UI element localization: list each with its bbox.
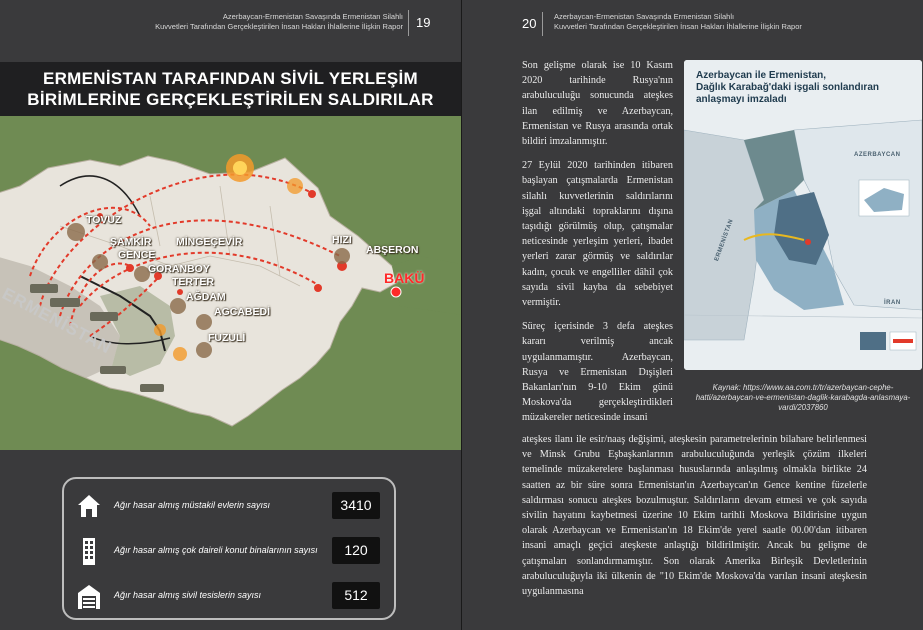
stat-row-houses: Ağır hasar almış müstakil evlerin sayısı… xyxy=(64,489,394,523)
header-line-1: Azerbaycan-Ermenistan Savaşında Ermenist… xyxy=(554,12,735,21)
left-page: Azerbaycan-Ermenistan Savaşında Ermenist… xyxy=(0,0,461,630)
apartment-icon xyxy=(83,538,95,565)
paragraph-1: Son gelişme olarak ise 10 Kasım 2020 tar… xyxy=(522,60,673,148)
paragraph-2: 27 Eylül 2020 tarihinden itibaren başlay… xyxy=(522,160,673,309)
right-page: 20 Azerbaycan-Ermenistan Savaşında Ermen… xyxy=(462,0,923,630)
body-column-wide: ateşkes ilanı ile esir/naaş değişimi, at… xyxy=(522,432,867,599)
page-number-left: 19 xyxy=(408,10,436,36)
paragraph-3: Süreç içerisinde 3 defa ateşkes kararı v… xyxy=(522,321,673,424)
place-agdam: AĞDAM xyxy=(186,291,226,303)
header-line-1: Azerbaycan-Ermenistan Savaşında Ermenist… xyxy=(222,12,403,21)
infographic-title-band: ERMENİSTAN TARAFINDAN SİVİL YERLEŞİM BİR… xyxy=(0,62,461,116)
stat-label-houses: Ağır hasar almış müstakil evlerin sayısı xyxy=(114,500,271,510)
place-hizi: HIZI xyxy=(332,234,352,246)
attack-map: ERMENİSTAN TOVUZ ŞAMKİR GENCE MİNGEÇEVİR… xyxy=(0,116,461,450)
stat-label-facilities: Ağır hasar almış sivil tesislerin sayısı xyxy=(114,590,262,600)
place-goranboy: GORANBOY xyxy=(148,263,210,275)
baku-marker xyxy=(390,286,402,298)
paragraph-wide: ateşkes ilanı ile esir/naaş değişimi, at… xyxy=(522,434,867,598)
page-number-right: 20 xyxy=(522,12,544,36)
stat-value-facilities: 512 xyxy=(332,582,380,609)
inset-label-iran: İRAN xyxy=(884,300,901,306)
inset-title-line-3: anlaşmayı imzaladı xyxy=(696,94,787,105)
place-abseron: ABŞERON xyxy=(366,244,419,256)
place-terter: TERTER xyxy=(172,276,214,288)
stat-row-facilities: Ağır hasar almış sivil tesislerin sayısı… xyxy=(64,579,394,613)
inset-label-azerbaycan: AZERBAYCAN xyxy=(854,152,901,158)
house-icon xyxy=(78,495,100,517)
inset-title-line-2: Dağlık Karabağ'daki işgali sonlandıran xyxy=(696,82,879,93)
place-mingecevir: MİNGEÇEVİR xyxy=(176,236,243,248)
place-fuzuli: FUZULİ xyxy=(208,332,246,344)
place-tovuz: TOVUZ xyxy=(86,214,122,226)
place-samkir: ŞAMKİR xyxy=(110,236,152,248)
place-gence: GENCE xyxy=(118,249,156,261)
body-column-narrow: Son gelişme olarak ise 10 Kasım 2020 tar… xyxy=(522,58,673,435)
inset-title: Azerbaycan ile Ermenistan, Dağlık Karaba… xyxy=(696,70,879,106)
stat-value-apartments: 120 xyxy=(332,537,380,564)
running-header-right: Azerbaycan-Ermenistan Savaşında Ermenist… xyxy=(554,12,802,32)
place-agcabedi: AGCABEDİ xyxy=(214,306,271,318)
stat-label-apartments: Ağır hasar almış çok daireli konut binal… xyxy=(114,545,318,555)
damage-stats-box: Ağır hasar almış müstakil evlerin sayısı… xyxy=(62,477,396,620)
place-baku: BAKÜ xyxy=(384,270,425,286)
infographic-title-line-2: BİRİMLERİNE GERÇEKLEŞTİRİLEN SALDIRILAR xyxy=(27,90,434,109)
infographic-title-line-1: ERMENİSTAN TARAFINDAN SİVİL YERLEŞİM xyxy=(42,69,419,88)
inset-title-line-1: Azerbaycan ile Ermenistan, xyxy=(696,70,827,81)
inset-source-caption: Kaynak: https://www.aa.com.tr/tr/azerbay… xyxy=(695,383,911,412)
header-line-2: Kuvvetleri Tarafından Gerçekleştirilen İ… xyxy=(155,22,403,31)
header-line-2: Kuvvetleri Tarafından Gerçekleştirilen İ… xyxy=(554,22,802,31)
stat-value-houses: 3410 xyxy=(332,492,380,519)
ceasefire-inset-map: Azerbaycan ile Ermenistan, Dağlık Karaba… xyxy=(684,60,922,370)
stat-row-apartments: Ağır hasar almış çok daireli konut binal… xyxy=(64,534,394,568)
running-header-left: Azerbaycan-Ermenistan Savaşında Ermenist… xyxy=(155,12,403,32)
facility-icon xyxy=(78,585,100,609)
inset-map-graphic xyxy=(684,60,922,370)
